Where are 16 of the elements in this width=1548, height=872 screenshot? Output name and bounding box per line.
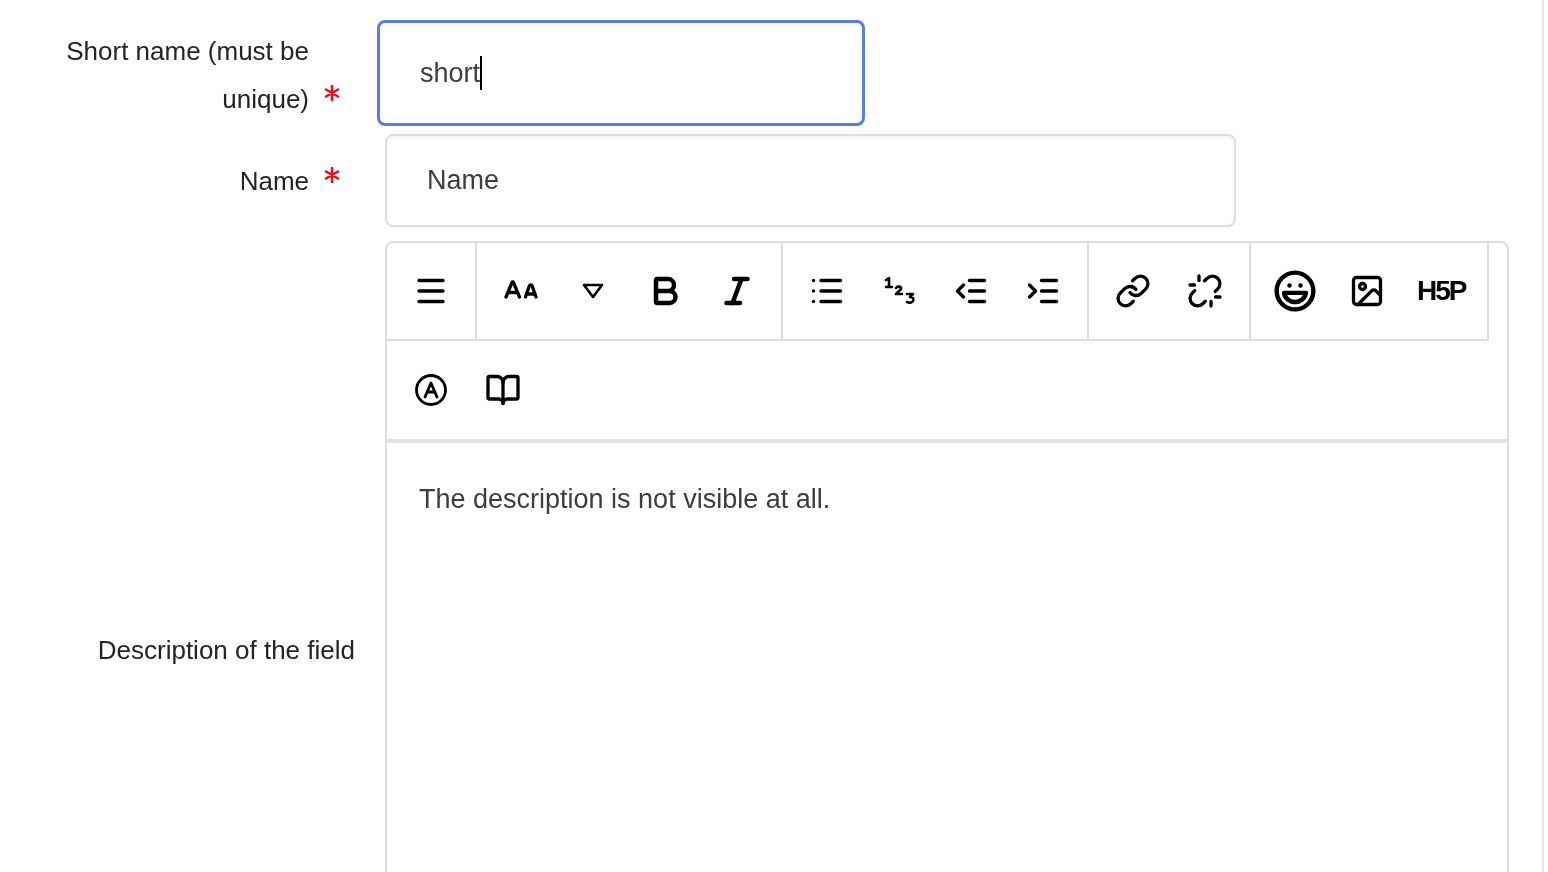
smiley-icon: [1273, 269, 1317, 313]
numbered-list-icon: [882, 276, 916, 306]
field-label: Name: [238, 164, 309, 198]
h5p-button[interactable]: H5P: [1409, 263, 1474, 319]
field-label: Description of the field: [97, 633, 355, 667]
unlink-icon: [1187, 273, 1223, 309]
image-icon: [1349, 273, 1385, 309]
text-cursor: [480, 56, 483, 90]
text-field[interactable]: short: [377, 20, 865, 126]
text-field[interactable]: Name: [385, 134, 1236, 227]
circled-a-icon: [414, 373, 448, 407]
field-label: Short name (must be unique): [65, 35, 309, 116]
book-icon: [485, 372, 521, 408]
editor-content[interactable]: The description is not visible at all.: [387, 443, 1507, 872]
link-icon: [1115, 273, 1151, 309]
caret-icon: [582, 283, 604, 299]
